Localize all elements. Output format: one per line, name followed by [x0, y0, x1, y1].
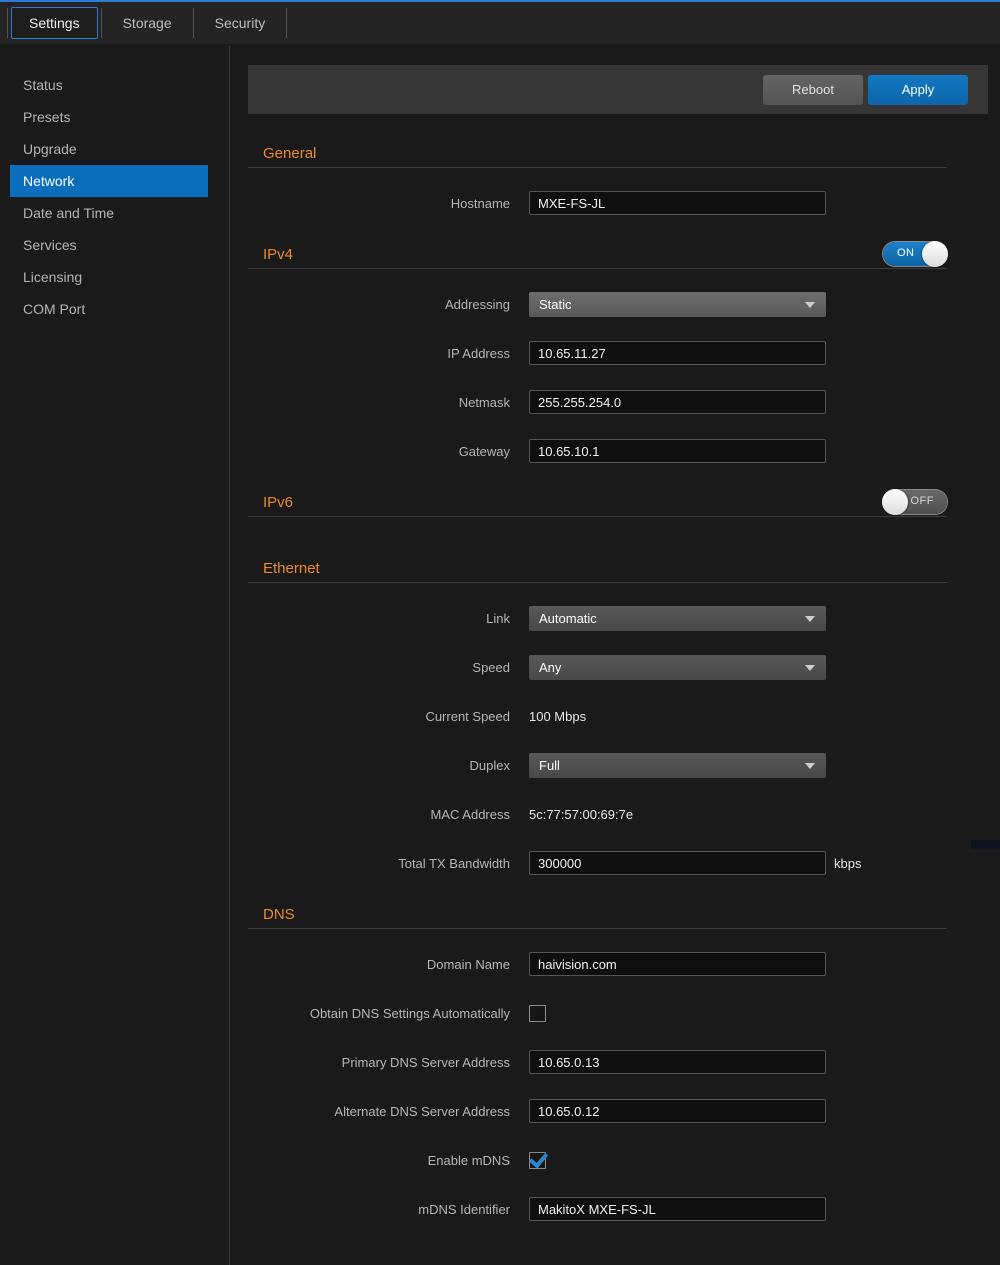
speed-dropdown[interactable]: Any	[529, 655, 826, 680]
ipv4-section-header: IPv4 ON	[248, 240, 988, 268]
general-section-title: General	[263, 145, 316, 162]
tab-divider	[286, 8, 287, 38]
chevron-down-icon	[805, 302, 815, 308]
netmask-row: Netmask	[248, 390, 988, 414]
chevron-down-icon	[805, 665, 815, 671]
sidebar-item-services[interactable]: Services	[0, 229, 229, 261]
duplex-label: Duplex	[248, 758, 529, 773]
tab-divider	[101, 8, 102, 38]
mdns-identifier-input[interactable]	[529, 1197, 826, 1221]
alternate-dns-row: Alternate DNS Server Address	[248, 1099, 988, 1123]
speed-row: Speed Any	[248, 655, 988, 679]
sidebar-item-status[interactable]: Status	[0, 69, 229, 101]
ip-address-row: IP Address	[248, 341, 988, 365]
enable-mdns-label: Enable mDNS	[248, 1153, 529, 1168]
dns-section-header: DNS	[248, 900, 988, 928]
tab-divider	[193, 8, 194, 38]
addressing-label: Addressing	[248, 297, 529, 312]
domain-name-input[interactable]	[529, 952, 826, 976]
toggle-knob	[882, 489, 908, 515]
toggle-knob	[922, 241, 948, 267]
obtain-dns-row: Obtain DNS Settings Automatically	[248, 1001, 988, 1025]
apply-button[interactable]: Apply	[868, 75, 968, 105]
gateway-row: Gateway	[248, 439, 988, 463]
addressing-row: Addressing Static	[248, 292, 988, 316]
link-dropdown[interactable]: Automatic	[529, 606, 826, 631]
general-section-header: General	[248, 139, 988, 167]
current-speed-row: Current Speed 100 Mbps	[248, 704, 988, 728]
tab-storage[interactable]: Storage	[105, 7, 190, 39]
primary-dns-label: Primary DNS Server Address	[248, 1055, 529, 1070]
action-toolbar: Reboot Apply	[248, 65, 988, 114]
tab-security[interactable]: Security	[197, 7, 284, 39]
link-label: Link	[248, 611, 529, 626]
gateway-label: Gateway	[248, 444, 529, 459]
tx-bandwidth-row: Total TX Bandwidth kbps	[248, 851, 988, 875]
duplex-dropdown[interactable]: Full	[529, 753, 826, 778]
tx-bandwidth-unit: kbps	[834, 856, 861, 871]
speed-selected-value: Any	[539, 660, 561, 675]
domain-name-label: Domain Name	[248, 957, 529, 972]
sidebar-item-licensing[interactable]: Licensing	[0, 261, 229, 293]
addressing-dropdown[interactable]: Static	[529, 292, 826, 317]
ip-address-input[interactable]	[529, 341, 826, 365]
mac-address-value: 5c:77:57:00:69:7e	[529, 807, 633, 822]
sidebar-item-presets[interactable]: Presets	[0, 101, 229, 133]
primary-dns-row: Primary DNS Server Address	[248, 1050, 988, 1074]
tab-divider	[7, 8, 8, 38]
enable-mdns-checkbox[interactable]	[529, 1152, 546, 1169]
ethernet-section-title: Ethernet	[263, 560, 320, 577]
mdns-identifier-row: mDNS Identifier	[248, 1197, 988, 1221]
tab-settings[interactable]: Settings	[11, 7, 98, 39]
duplex-row: Duplex Full	[248, 753, 988, 777]
tx-bandwidth-input[interactable]	[529, 851, 826, 875]
scrollbar-thumb[interactable]	[971, 840, 1000, 849]
section-divider	[248, 516, 947, 517]
duplex-selected-value: Full	[539, 758, 560, 773]
mac-address-row: MAC Address 5c:77:57:00:69:7e	[248, 802, 988, 826]
speed-label: Speed	[248, 660, 529, 675]
netmask-label: Netmask	[248, 395, 529, 410]
ipv4-toggle-label: ON	[897, 247, 915, 259]
current-speed-label: Current Speed	[248, 709, 529, 724]
ethernet-section-header: Ethernet	[248, 554, 988, 582]
chevron-down-icon	[805, 616, 815, 622]
ipv6-toggle[interactable]: OFF	[883, 490, 947, 514]
alternate-dns-input[interactable]	[529, 1099, 826, 1123]
mdns-identifier-label: mDNS Identifier	[248, 1202, 529, 1217]
dns-section-title: DNS	[263, 906, 295, 923]
link-row: Link Automatic	[248, 606, 988, 630]
addressing-selected-value: Static	[539, 297, 572, 312]
hostname-label: Hostname	[248, 196, 529, 211]
hostname-row: Hostname	[248, 191, 988, 215]
primary-dns-input[interactable]	[529, 1050, 826, 1074]
ipv6-section-header: IPv6 OFF	[248, 488, 988, 516]
ipv6-toggle-label: OFF	[911, 495, 935, 507]
hostname-input[interactable]	[529, 191, 826, 215]
alternate-dns-label: Alternate DNS Server Address	[248, 1104, 529, 1119]
tx-bandwidth-label: Total TX Bandwidth	[248, 856, 529, 871]
sidebar-nav: Status Presets Upgrade Network Date and …	[0, 46, 230, 1265]
ipv4-toggle[interactable]: ON	[883, 242, 947, 266]
reboot-button[interactable]: Reboot	[763, 75, 863, 105]
obtain-dns-checkbox[interactable]	[529, 1005, 546, 1022]
ipv6-section-title: IPv6	[263, 494, 293, 511]
obtain-dns-label: Obtain DNS Settings Automatically	[248, 1006, 529, 1021]
mac-address-label: MAC Address	[248, 807, 529, 822]
network-settings-page: Reboot Apply General Hostname IPv4 ON Ad…	[248, 46, 988, 1246]
current-speed-value: 100 Mbps	[529, 709, 586, 724]
enable-mdns-row: Enable mDNS	[248, 1148, 988, 1172]
link-selected-value: Automatic	[539, 611, 597, 626]
netmask-input[interactable]	[529, 390, 826, 414]
chevron-down-icon	[805, 763, 815, 769]
gateway-input[interactable]	[529, 439, 826, 463]
ipv4-section-title: IPv4	[263, 246, 293, 263]
domain-name-row: Domain Name	[248, 952, 988, 976]
sidebar-item-com-port[interactable]: COM Port	[0, 293, 229, 325]
sidebar-item-upgrade[interactable]: Upgrade	[0, 133, 229, 165]
sidebar-item-date-and-time[interactable]: Date and Time	[0, 197, 229, 229]
ip-address-label: IP Address	[248, 346, 529, 361]
tab-bar: Settings Storage Security	[0, 0, 1000, 44]
sidebar-item-network[interactable]: Network	[10, 165, 208, 197]
